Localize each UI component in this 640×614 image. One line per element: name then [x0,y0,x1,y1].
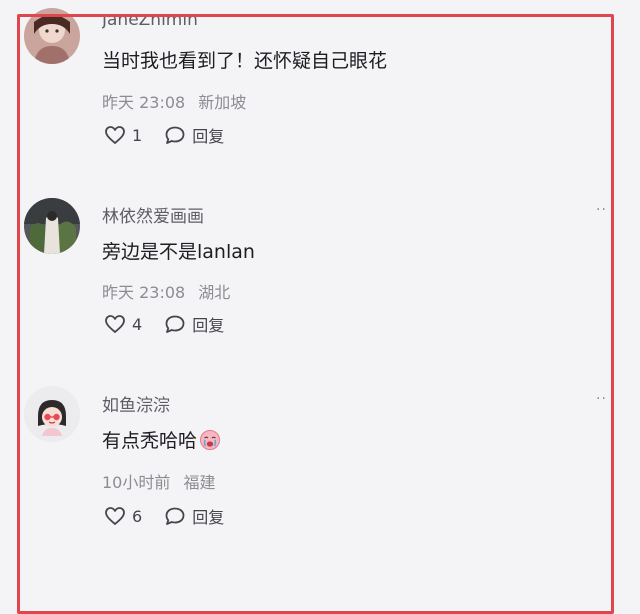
username[interactable]: 如鱼淙淙 [102,391,170,416]
like-count: 6 [132,506,143,526]
comment-location: 新加坡 [198,93,247,112]
comment-text: 当时我也看到了！还怀疑自己眼花 [102,50,388,72]
comment-text: 旁边是不是lanlan [102,241,255,263]
more-options-button[interactable]: ·· [596,202,607,218]
reply-button[interactable]: 回复 [164,123,224,147]
comment-location: 福建 [183,473,216,492]
reply-button[interactable]: 回复 [164,504,224,528]
comment-time: 昨天 23:08 [102,93,186,112]
heart-outline-icon [105,507,125,525]
comment-actions: 6 回复 [104,504,224,528]
like-button[interactable]: 1 [104,125,142,145]
comment-time: 10小时前 [102,473,171,492]
username[interactable]: JaneZhimin [102,16,198,30]
comment-actions: 1 回复 [104,123,224,147]
reply-label: 回复 [192,316,225,335]
more-options-button[interactable]: ·· [596,391,607,407]
speech-bubble-icon [165,507,185,525]
comment-time: 昨天 23:08 [102,283,186,302]
speech-bubble-icon [165,315,185,333]
reply-label: 回复 [192,508,225,527]
like-button[interactable]: 6 [104,506,142,526]
comment-list: JaneZhimin 当时我也看到了！还怀疑自己眼花 昨天 23:08 新加坡 … [0,0,640,614]
comment-location: 湖北 [198,283,231,302]
comment-meta: 昨天 23:08 湖北 [102,279,230,303]
comment-text: 有点秃哈哈 [102,426,221,453]
comment-actions: 4 回复 [104,312,224,336]
like-count: 4 [132,314,143,334]
crying-face-emoji [200,429,221,450]
comment-text-content: 有点秃哈哈 [102,430,198,452]
reply-label: 回复 [192,127,225,146]
comment-meta: 10小时前 福建 [102,469,215,493]
comment-meta: 昨天 23:08 新加坡 [102,89,246,113]
like-button[interactable]: 4 [104,314,142,334]
avatar[interactable] [24,386,80,442]
avatar[interactable] [24,8,80,64]
reply-button[interactable]: 回复 [164,312,224,336]
avatar[interactable] [24,198,80,254]
speech-bubble-icon [165,126,185,144]
heart-outline-icon [105,315,125,333]
heart-outline-icon [105,126,125,144]
like-count: 1 [132,125,143,145]
username[interactable]: 林依然爱画画 [102,202,204,227]
